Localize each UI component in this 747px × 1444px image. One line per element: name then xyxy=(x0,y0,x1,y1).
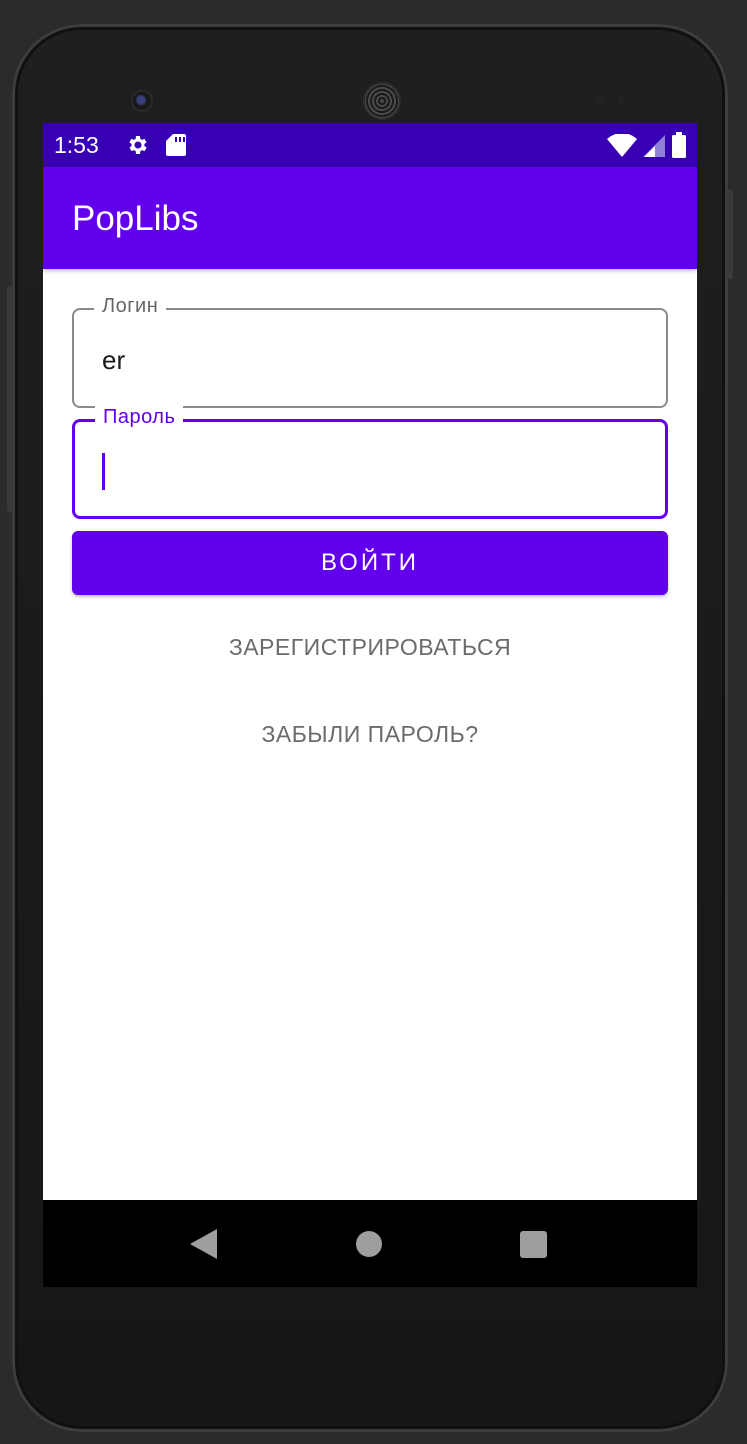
proximity-sensor xyxy=(595,96,605,106)
settings-icon xyxy=(125,133,149,162)
signal-icon xyxy=(643,134,665,163)
password-field[interactable]: Пароль xyxy=(72,406,668,519)
text-cursor xyxy=(102,453,105,490)
volume-button xyxy=(7,286,13,512)
login-field[interactable]: Логин xyxy=(72,295,668,408)
status-time: 1:53 xyxy=(54,132,99,158)
light-sensor xyxy=(617,96,625,104)
wifi-icon xyxy=(607,133,637,163)
register-button[interactable]: ЗАРЕГИСТРИРОВАТЬСЯ xyxy=(72,633,668,662)
screen: 1:53 PopLibs Логин er Пароль ВОЙТИ ЗАРЕГ… xyxy=(43,123,697,1287)
status-bar: 1:53 xyxy=(43,123,697,167)
navigation-bar xyxy=(43,1200,697,1287)
front-camera xyxy=(133,92,151,110)
login-button[interactable]: ВОЙТИ xyxy=(72,531,668,595)
app-title: PopLibs xyxy=(72,199,199,238)
back-icon[interactable] xyxy=(190,1229,217,1259)
app-bar: PopLibs xyxy=(43,167,697,269)
power-button xyxy=(727,189,733,279)
battery-icon xyxy=(671,132,687,163)
sd-card-icon xyxy=(165,133,187,162)
home-icon[interactable] xyxy=(356,1231,382,1257)
password-input[interactable] xyxy=(103,457,623,488)
forgot-password-button[interactable]: ЗАБЫЛИ ПАРОЛЬ? xyxy=(72,720,668,749)
login-input[interactable] xyxy=(102,345,622,376)
password-label: Пароль xyxy=(95,406,184,429)
login-label: Логин xyxy=(94,295,167,318)
recent-apps-icon[interactable] xyxy=(520,1231,547,1258)
earpiece-speaker xyxy=(365,84,399,118)
